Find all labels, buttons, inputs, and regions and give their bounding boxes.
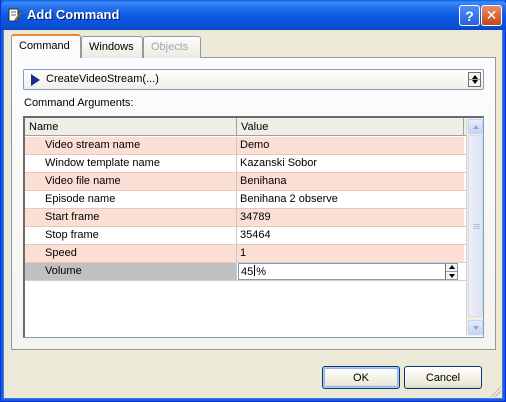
- ok-button[interactable]: OK: [322, 366, 400, 389]
- chevron-up-icon[interactable]: [449, 265, 455, 269]
- table-row[interactable]: Window template name Kazanski Sobor: [25, 155, 466, 173]
- tab-windows[interactable]: Windows: [81, 36, 143, 58]
- help-button[interactable]: ?: [459, 5, 480, 26]
- table-row[interactable]: Video file name Benihana: [25, 173, 466, 191]
- row-value[interactable]: Kazanski Sobor: [237, 155, 464, 172]
- row-name: Video file name: [25, 173, 237, 190]
- table-row[interactable]: Start frame 34789: [25, 209, 466, 227]
- scroll-up-button[interactable]: [468, 119, 483, 134]
- vertical-scrollbar[interactable]: [466, 118, 483, 336]
- table-row[interactable]: Episode name Benihana 2 observe: [25, 191, 466, 209]
- chevron-down-icon[interactable]: [472, 80, 478, 84]
- row-name: Speed: [25, 245, 237, 262]
- chevron-down-icon: [473, 326, 479, 330]
- scroll-thumb[interactable]: [468, 135, 483, 317]
- command-select[interactable]: CreateVideoStream(...): [23, 69, 484, 90]
- close-button[interactable]: ✕: [481, 5, 502, 26]
- help-icon: ?: [465, 7, 474, 24]
- volume-input[interactable]: 45%: [238, 263, 458, 280]
- table-row-selected[interactable]: Volume 45%: [25, 263, 466, 281]
- table-row[interactable]: Speed 1: [25, 245, 466, 263]
- arguments-grid: Name Value Video stream name Demo Window…: [23, 116, 484, 338]
- close-icon: ✕: [485, 7, 498, 23]
- scroll-down-button[interactable]: [468, 320, 483, 335]
- chevron-down-icon[interactable]: [449, 274, 455, 278]
- tab-objects-label: Objects: [151, 41, 189, 53]
- volume-value: 45: [241, 266, 254, 278]
- row-name: Episode name: [25, 191, 237, 208]
- volume-unit: %: [256, 266, 267, 278]
- table-row[interactable]: Video stream name Demo: [25, 137, 466, 155]
- grid-header: Name Value: [25, 118, 466, 136]
- tab-command-label: Command: [19, 40, 70, 52]
- cancel-button[interactable]: Cancel: [404, 366, 482, 389]
- row-name: Window template name: [25, 155, 237, 172]
- tab-windows-label: Windows: [89, 41, 134, 53]
- row-value[interactable]: Benihana: [237, 173, 464, 190]
- window-title: Add Command: [27, 7, 120, 22]
- resize-grip-icon[interactable]: [490, 386, 501, 397]
- command-select-value: CreateVideoStream(...): [46, 73, 159, 85]
- volume-spinner[interactable]: [445, 264, 457, 279]
- command-arguments-label: Command Arguments:: [24, 97, 134, 109]
- row-name: Start frame: [25, 209, 237, 226]
- grid-body: Video stream name Demo Window template n…: [25, 137, 466, 281]
- add-command-dialog: Add Command ? ✕ Command Windows Objects …: [0, 0, 506, 402]
- row-value[interactable]: Benihana 2 observe: [237, 191, 464, 208]
- table-row[interactable]: Stop frame 35464: [25, 227, 466, 245]
- row-value[interactable]: 1: [237, 245, 464, 262]
- command-spinner[interactable]: [468, 72, 481, 87]
- row-value[interactable]: 34789: [237, 209, 464, 226]
- play-icon: [31, 74, 40, 86]
- column-header-value[interactable]: Value: [237, 118, 464, 136]
- row-name: Video stream name: [25, 137, 237, 154]
- tab-command[interactable]: Command: [11, 34, 81, 58]
- row-value[interactable]: Demo: [237, 137, 464, 154]
- grip-icon: [473, 224, 480, 230]
- column-header-name[interactable]: Name: [25, 118, 237, 136]
- row-name: Volume: [25, 263, 237, 280]
- chevron-up-icon: [473, 125, 479, 129]
- row-name: Stop frame: [25, 227, 237, 244]
- title-bar[interactable]: Add Command ? ✕: [1, 0, 506, 30]
- row-value[interactable]: 35464: [237, 227, 464, 244]
- edit-document-icon: [7, 7, 23, 23]
- tab-objects: Objects: [143, 36, 201, 58]
